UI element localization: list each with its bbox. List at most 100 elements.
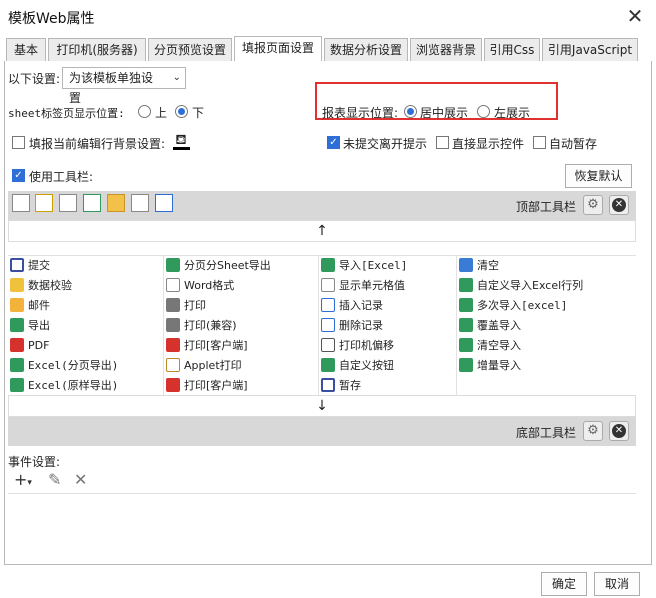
excel-icon	[10, 378, 24, 392]
grid-item-print-client[interactable]: 打印[客户端]	[166, 336, 248, 356]
move-up-row[interactable]: ↑	[8, 220, 636, 242]
excel-icon	[459, 318, 473, 332]
grid-item-submit[interactable]: 提交	[10, 256, 50, 276]
print-icon	[166, 318, 180, 332]
unsubmitted-label: 未提交离开提示	[343, 137, 428, 151]
grid-item-mail[interactable]: 邮件	[10, 296, 50, 316]
grid-item-sheet-export[interactable]: 分页分Sheet导出	[166, 256, 271, 276]
validate-icon[interactable]	[35, 194, 53, 212]
gear-icon[interactable]: ⚙	[583, 195, 603, 215]
grid-item-print-compat[interactable]: 打印(兼容)	[166, 316, 237, 336]
checkbox-use-toolbar[interactable]: ✓	[12, 169, 25, 182]
grid-item-clear[interactable]: 清空	[459, 256, 499, 276]
grid-item-applet-print[interactable]: Applet打印	[166, 356, 242, 376]
close-icon[interactable]: ✕	[622, 3, 648, 29]
save-icon[interactable]	[12, 194, 30, 212]
mail-icon[interactable]	[107, 194, 125, 212]
pdf-icon	[10, 338, 24, 352]
grid-item-multi-import[interactable]: 多次导入[excel]	[459, 296, 567, 316]
tab-basic[interactable]: 基本	[6, 38, 46, 62]
save-icon	[10, 258, 24, 272]
grid-item-temp-save[interactable]: 暂存	[321, 376, 361, 396]
restore-default-button[interactable]: 恢复默认	[565, 164, 632, 188]
down-arrow-icon: ↓	[316, 398, 328, 414]
insert-record-icon[interactable]	[131, 194, 149, 212]
checkbox-fill-bg[interactable]	[12, 136, 25, 149]
report-position-label: 报表显示位置:	[322, 106, 399, 120]
tab-browser-bg[interactable]: 浏览器背景	[410, 38, 482, 62]
pdf-icon	[166, 378, 180, 392]
window-title: 模板Web属性	[8, 11, 95, 27]
remove-icon[interactable]: ✕	[609, 195, 629, 215]
grid-item-validate[interactable]: 数据校验	[10, 276, 72, 296]
bottom-toolbar-label: 底部工具栏	[516, 426, 577, 440]
grid-item-show-cell[interactable]: 显示单元格值	[321, 276, 405, 296]
grid-item-delete-record[interactable]: 删除记录	[321, 316, 383, 336]
sheet-position-label: sheet标签页显示位置:	[8, 107, 125, 120]
tab-data-analysis[interactable]: 数据分析设置	[324, 38, 408, 62]
title-bar	[0, 0, 656, 34]
ok-button[interactable]: 确定	[541, 572, 587, 596]
excel-icon	[10, 358, 24, 372]
tab-printer-server[interactable]: 打印机(服务器)	[48, 38, 146, 62]
scope-select[interactable]: 为该模板单独设置 ⌄	[62, 67, 186, 105]
grid-item-clear-import[interactable]: 清空导入	[459, 336, 521, 356]
word-icon	[166, 278, 180, 292]
tab-javascript[interactable]: 引用JavaScript	[542, 38, 638, 62]
save-icon	[321, 378, 335, 392]
grid-item-print[interactable]: 打印	[166, 296, 206, 316]
grid-item-custom-button[interactable]: 自定义按钮	[321, 356, 394, 376]
excel-icon	[321, 258, 335, 272]
radio-sheet-bottom[interactable]	[175, 105, 188, 118]
grid-item-insert-record[interactable]: 插入记录	[321, 296, 383, 316]
add-icon[interactable]: +▾	[14, 470, 32, 489]
tab-page-preview[interactable]: 分页预览设置	[148, 38, 232, 62]
tab-fill-page[interactable]: 填报页面设置	[234, 36, 322, 63]
grid-divider	[318, 256, 319, 396]
tab-bar: 基本 打印机(服务器) 分页预览设置 填报页面设置 数据分析设置 浏览器背景 引…	[4, 36, 652, 63]
grid-item-export[interactable]: 导出	[10, 316, 50, 336]
tab-css[interactable]: 引用Css	[484, 38, 540, 62]
top-toolbar-label: 顶部工具栏	[516, 200, 577, 214]
remove-icon[interactable]: ✕	[609, 421, 629, 441]
scope-label: 以下设置:	[8, 72, 61, 86]
cancel-button[interactable]: 取消	[594, 572, 640, 596]
edit-icon[interactable]: ✎	[48, 470, 61, 489]
grid-item-overwrite-import[interactable]: 覆盖导入	[459, 316, 521, 336]
grid-item-pdf[interactable]: PDF	[10, 336, 49, 356]
grid-item-word[interactable]: Word格式	[166, 276, 234, 296]
grid-item-custom-import[interactable]: 自定义导入Excel行列	[459, 276, 583, 296]
grid-item-increment-import[interactable]: 增量导入	[459, 356, 521, 376]
grid-item-excel-original[interactable]: Excel(原样导出)	[10, 376, 118, 396]
fill-bg-label: 填报当前编辑行背景设置:	[29, 137, 166, 151]
sheet-bottom-label: 下	[192, 106, 205, 120]
export-icon[interactable]	[83, 194, 101, 212]
move-down-row[interactable]: ↓	[8, 395, 636, 417]
checkbox-unsubmitted[interactable]: ✓	[327, 136, 340, 149]
print-icon[interactable]	[59, 194, 77, 212]
excel-icon	[459, 338, 473, 352]
applet-icon	[166, 358, 180, 372]
window-icon[interactable]	[155, 194, 173, 212]
delete-icon[interactable]: ✕	[74, 470, 87, 489]
use-toolbar-label: 使用工具栏:	[29, 170, 94, 184]
print-icon	[166, 298, 180, 312]
grid-item-import-excel[interactable]: 导入[Excel]	[321, 256, 407, 276]
events-label: 事件设置:	[8, 455, 61, 469]
grid-item-print-client-2[interactable]: 打印[客户端]	[166, 376, 248, 396]
gear-icon[interactable]: ⚙	[583, 421, 603, 441]
color-swatch	[173, 147, 190, 150]
grid-item-printer-offset[interactable]: 打印机偏移	[321, 336, 394, 356]
radio-report-center[interactable]	[404, 105, 417, 118]
grid-divider	[456, 256, 457, 396]
delete-record-icon	[321, 318, 335, 332]
checkbox-auto-save[interactable]	[533, 136, 546, 149]
grid-item-excel-paged[interactable]: Excel(分页导出)	[10, 356, 118, 376]
radio-report-left[interactable]	[477, 105, 490, 118]
excel-icon	[459, 358, 473, 372]
events-list[interactable]	[8, 493, 636, 563]
checkbox-direct-show[interactable]	[436, 136, 449, 149]
radio-sheet-top[interactable]	[138, 105, 151, 118]
excel-icon	[321, 358, 335, 372]
top-toolbar-strip: 顶部工具栏 ⚙ ✕	[8, 191, 636, 220]
